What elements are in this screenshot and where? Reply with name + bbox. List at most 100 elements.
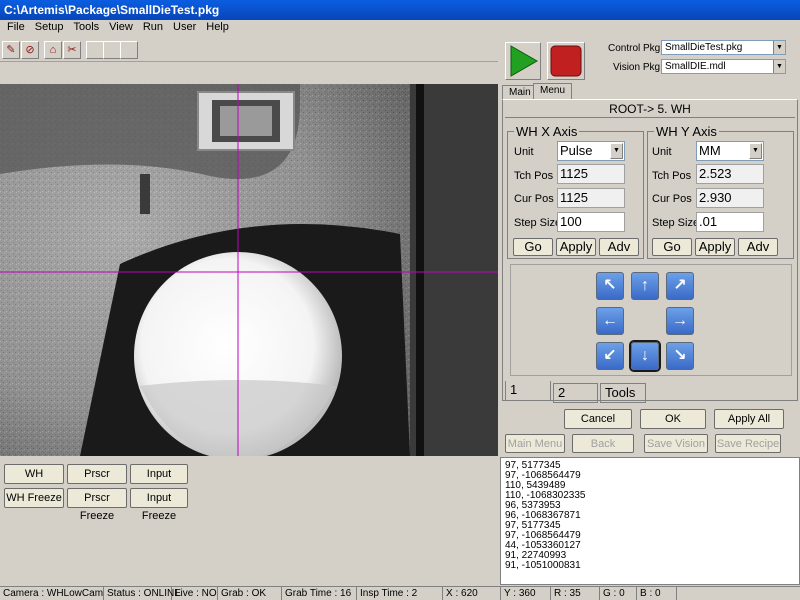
apply-all-button[interactable]: Apply All [714, 409, 784, 429]
arrow-down-right-icon[interactable]: ↘ [666, 342, 694, 370]
window-title: C:\Artemis\Package\SmallDieTest.pkg [0, 0, 800, 20]
arrow-up-left-icon[interactable]: ↖ [596, 272, 624, 300]
status-g: G : 0 [600, 587, 637, 600]
wh-button[interactable]: WH [4, 464, 64, 484]
toolbar-blank-button-1[interactable] [86, 41, 104, 59]
x-tch-pos-field: 1125 [557, 164, 625, 184]
status-live: Live : NO [172, 587, 218, 600]
toolbar-blank-button-2[interactable] [103, 41, 121, 59]
camera-image [0, 84, 498, 456]
x-adv-button[interactable]: Adv [599, 238, 639, 256]
subtab-2[interactable]: 2 [553, 383, 598, 403]
arrow-down-left-icon[interactable]: ↙ [596, 342, 624, 370]
status-online: Status : ONLINE [104, 587, 181, 600]
chevron-down-icon: ▼ [749, 143, 762, 159]
subtab-1[interactable]: 1 [505, 381, 551, 401]
chevron-down-icon: ▼ [773, 41, 785, 54]
menu-tools[interactable]: Tools [68, 20, 104, 36]
menu-setup[interactable]: Setup [30, 20, 69, 36]
wh-x-axis-title: WH X Axis [514, 124, 580, 139]
arrow-up-icon[interactable]: ↑ [631, 272, 659, 300]
status-x: X : 620 [443, 587, 501, 600]
status-grab: Grab : OK [218, 587, 282, 600]
y-adv-button[interactable]: Adv [738, 238, 778, 256]
open-icon[interactable]: ✎ [2, 41, 20, 59]
arrow-up-right-icon[interactable]: ↗ [666, 272, 694, 300]
ok-button[interactable]: OK [640, 409, 706, 429]
status-insp-time: Insp Time : 2 [357, 587, 443, 600]
y-step-size-input[interactable]: .01 [696, 212, 764, 232]
menu-file[interactable]: File [2, 20, 30, 36]
vision-pkg-select[interactable]: SmallDIE.mdl ▼ [661, 59, 786, 74]
toolbar-blank-button-3[interactable] [120, 41, 138, 59]
status-y: Y : 360 [501, 587, 551, 600]
log-line: 91, -1051000831 [505, 560, 581, 571]
input-button[interactable]: Input [130, 464, 188, 484]
y-apply-button[interactable]: Apply [695, 238, 735, 256]
divider [505, 117, 795, 118]
prscr-freeze-button[interactable]: Prscr Freeze [67, 488, 127, 522]
status-bar: Camera : WHLowCam Status : ONLINE Live :… [0, 586, 800, 600]
stop-button[interactable] [547, 42, 585, 80]
x-cur-pos-label: Cur Pos [514, 193, 554, 205]
play-icon [510, 45, 539, 77]
wh-freeze-button[interactable]: WH Freeze [4, 488, 64, 508]
status-r: R : 35 [551, 587, 600, 600]
x-cur-pos-field: 1125 [557, 188, 625, 208]
y-cur-pos-field: 2.930 [696, 188, 764, 208]
play-button[interactable] [505, 42, 541, 80]
menu-bar: File Setup Tools View Run User Help [0, 20, 800, 36]
log-output[interactable]: 97, 5177345 97, -1068564479 110, 5439489… [500, 457, 800, 585]
y-tch-pos-label: Tch Pos [652, 170, 692, 182]
control-pkg-label: Control Pkg [608, 43, 661, 54]
y-unit-value: MM [699, 143, 721, 158]
stop-icon [550, 45, 582, 77]
main-menu-button[interactable]: Main Menu [505, 434, 565, 453]
menu-user[interactable]: User [168, 20, 201, 36]
toolbar: ✎ ⊘ ⌂ ✂ [0, 38, 498, 62]
x-unit-value: Pulse [560, 143, 593, 158]
x-step-size-input[interactable]: 100 [557, 212, 625, 232]
breadcrumb: ROOT-> 5. WH [609, 102, 691, 116]
home-icon[interactable]: ⌂ [44, 41, 62, 59]
control-pkg-value: SmallDieTest.pkg [665, 42, 743, 53]
y-unit-select[interactable]: MM ▼ [696, 141, 764, 161]
x-unit-select[interactable]: Pulse ▼ [557, 141, 625, 161]
input-freeze-button[interactable]: Input Freeze [130, 488, 188, 522]
chevron-down-icon: ▼ [773, 60, 785, 73]
y-unit-label: Unit [652, 146, 672, 158]
cancel-icon[interactable]: ⊘ [21, 41, 39, 59]
cancel-button[interactable]: Cancel [564, 409, 632, 429]
prscr-button[interactable]: Prscr [67, 464, 127, 484]
y-tch-pos-field: 2.523 [696, 164, 764, 184]
menu-help[interactable]: Help [201, 20, 234, 36]
x-go-button[interactable]: Go [513, 238, 553, 256]
y-cur-pos-label: Cur Pos [652, 193, 692, 205]
arrow-down-icon[interactable]: ↓ [631, 342, 659, 370]
y-step-size-label: Step Size [652, 217, 700, 229]
tools-icon[interactable]: ✂ [63, 41, 81, 59]
camera-view[interactable] [0, 84, 498, 456]
chevron-down-icon: ▼ [610, 143, 623, 159]
menu-run[interactable]: Run [138, 20, 168, 36]
status-camera: Camera : WHLowCam [0, 587, 104, 600]
status-b: B : 0 [637, 587, 677, 600]
vision-pkg-label: Vision Pkg [613, 62, 661, 73]
back-button[interactable]: Back [572, 434, 634, 453]
tab-menu[interactable]: Menu [533, 83, 573, 100]
vision-pkg-value: SmallDIE.mdl [665, 61, 726, 72]
x-apply-button[interactable]: Apply [556, 238, 596, 256]
save-recipe-button[interactable]: Save Recipe [715, 434, 781, 453]
subtab-tools[interactable]: Tools [600, 383, 646, 403]
arrow-left-icon[interactable]: ← [596, 307, 624, 335]
arrow-right-icon[interactable]: → [666, 307, 694, 335]
control-pkg-select[interactable]: SmallDieTest.pkg ▼ [661, 40, 786, 55]
y-go-button[interactable]: Go [652, 238, 692, 256]
status-grab-time: Grab Time : 16 [282, 587, 357, 600]
menu-view[interactable]: View [104, 20, 138, 36]
x-step-size-label: Step Size [514, 217, 562, 229]
x-tch-pos-label: Tch Pos [514, 170, 554, 182]
wh-y-axis-title: WH Y Axis [654, 124, 719, 139]
save-vision-button[interactable]: Save Vision [644, 434, 708, 453]
x-unit-label: Unit [514, 146, 534, 158]
